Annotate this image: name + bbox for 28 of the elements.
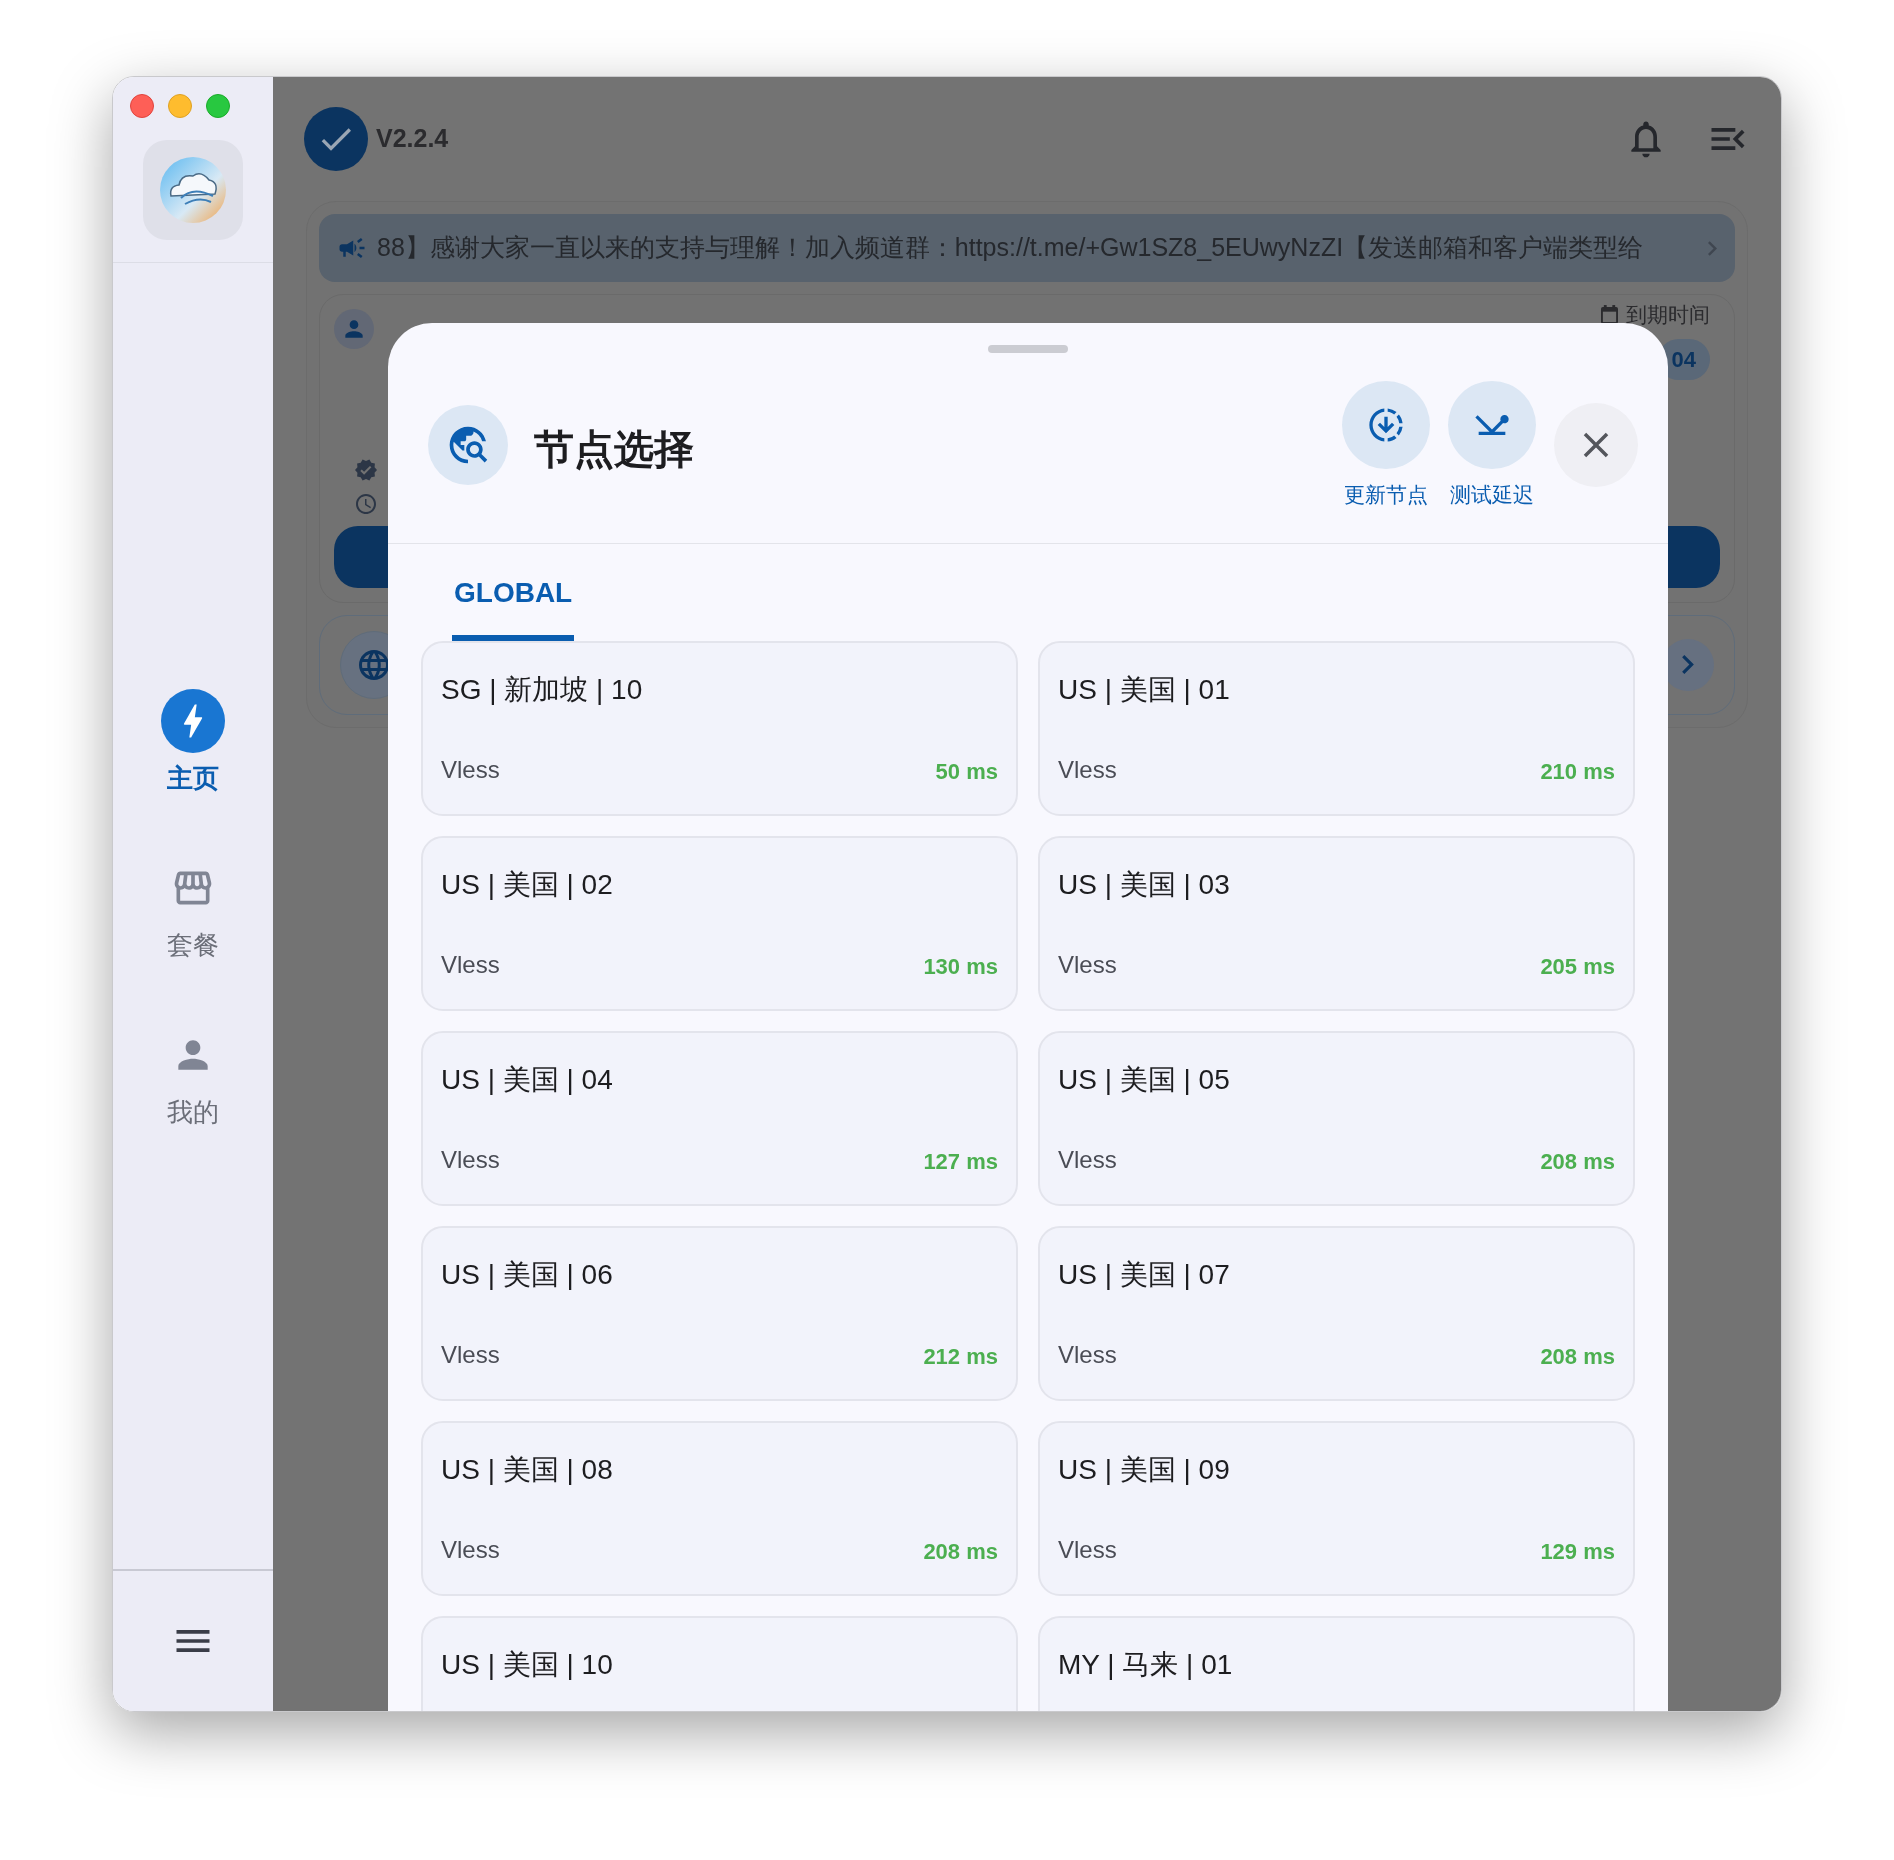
zoom-window-button[interactable] xyxy=(206,94,230,118)
sidebar-nav-item[interactable]: 我的 xyxy=(133,1019,253,1136)
sheet-title: 节点选择 xyxy=(534,426,694,473)
version-label: V2.2.4 xyxy=(376,123,449,155)
announcement-text: 88】感谢大家一直以来的支持与理解！加入频道群：https://t.me/+Gw1SZ8_5EUwyNzZI【发送邮箱和客户端类型给 xyxy=(377,232,1644,264)
expiry-label: 到期时间 xyxy=(1626,302,1710,328)
chevron-right-icon xyxy=(1708,240,1717,256)
clock-icon xyxy=(354,491,378,516)
node-card[interactable]: US | 美国 | 10 xyxy=(421,1616,1018,1711)
node-card[interactable]: US | 美国 | 02 Vless 130 ms xyxy=(421,836,1018,1011)
drag-handle[interactable] xyxy=(988,345,1068,353)
node-card[interactable]: US | 美国 | 07 Vless 208 ms xyxy=(1038,1226,1635,1401)
chevron-right-icon xyxy=(1682,655,1694,674)
node-card[interactable]: US | 美国 | 08 Vless 208 ms xyxy=(421,1421,1018,1596)
minimize-window-button[interactable] xyxy=(168,94,192,118)
node-card[interactable]: US | 美国 | 05 Vless 208 ms xyxy=(1038,1031,1635,1206)
node-card[interactable]: SG | 新加坡 | 10 Vless 50 ms xyxy=(421,641,1018,816)
node-card[interactable]: US | 美国 | 09 Vless 129 ms xyxy=(1038,1421,1635,1596)
node-card[interactable]: US | 美国 | 01 Vless 210 ms xyxy=(1038,641,1635,816)
node-card[interactable]: US | 美国 | 04 Vless 127 ms xyxy=(421,1031,1018,1206)
node-card[interactable]: US | 美国 | 03 Vless 205 ms xyxy=(1038,836,1635,1011)
close-window-button[interactable] xyxy=(130,94,154,118)
node-card[interactable]: MY | 马来 | 01 xyxy=(1038,1616,1635,1711)
cloud-globe-logo-icon xyxy=(159,156,227,224)
verified-icon xyxy=(354,457,378,482)
sidebar-nav-item[interactable]: 主页 xyxy=(133,685,253,802)
node-card[interactable]: US | 美国 | 06 Vless 212 ms xyxy=(421,1226,1018,1401)
sidebar-nav-item[interactable]: 套餐 xyxy=(133,852,253,969)
